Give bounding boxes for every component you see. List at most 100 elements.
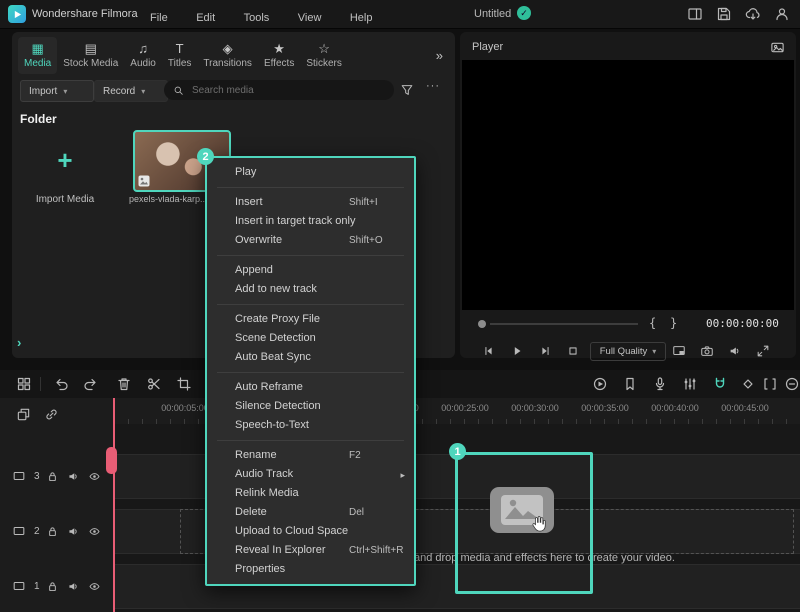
- lock-track-icon[interactable]: [46, 580, 59, 593]
- menu-item-speech-to-text[interactable]: Speech-to-Text: [207, 416, 414, 435]
- menu-item-insert-target-track[interactable]: Insert in target track only: [207, 212, 414, 231]
- menu-tools[interactable]: Tools: [244, 12, 270, 24]
- crop-icon[interactable]: [176, 376, 192, 392]
- zoom-out-icon[interactable]: [784, 376, 800, 392]
- previous-frame-button[interactable]: [482, 344, 496, 358]
- detach-player-icon[interactable]: [672, 344, 686, 358]
- menu-item-rename[interactable]: RenameF2: [207, 446, 414, 465]
- zoom-to-fit-icon[interactable]: [762, 376, 778, 392]
- media-tabs: ▦ Media ▤ Stock Media ♫ Audio T Titles ◈…: [12, 32, 455, 74]
- menu-item-append[interactable]: Append: [207, 261, 414, 280]
- menu-item-relink-media[interactable]: Relink Media: [207, 484, 414, 503]
- more-options-icon[interactable]: ···: [426, 80, 440, 92]
- play-button[interactable]: [510, 344, 524, 358]
- menu-item-scene-detection[interactable]: Scene Detection: [207, 329, 414, 348]
- stickers-tab-icon: ☆: [318, 42, 330, 55]
- fullscreen-icon[interactable]: [756, 344, 770, 358]
- menu-item-properties[interactable]: Properties: [207, 560, 414, 579]
- filter-icon[interactable]: [400, 83, 414, 97]
- app-logo-icon: [8, 5, 26, 23]
- manage-tracks-icon[interactable]: [16, 407, 31, 422]
- menu-item-silence-detection[interactable]: Silence Detection: [207, 397, 414, 416]
- menu-item-reveal-in-explorer[interactable]: Reveal In ExplorerCtrl+Shift+R: [207, 541, 414, 560]
- project-saved-check-icon: ✓: [517, 6, 531, 20]
- record-dropdown[interactable]: Record ▾: [94, 80, 168, 102]
- playhead-line[interactable]: [113, 398, 115, 612]
- menu-item-auto-reframe[interactable]: Auto Reframe: [207, 378, 414, 397]
- next-frame-button[interactable]: [538, 344, 552, 358]
- mixer-icon[interactable]: [682, 376, 698, 392]
- tab-audio[interactable]: ♫ Audio: [124, 37, 162, 74]
- tab-titles[interactable]: T Titles: [162, 37, 198, 74]
- playhead-scrubber-handle[interactable]: [478, 320, 486, 328]
- menu-file[interactable]: File: [150, 12, 168, 24]
- player-title: Player: [472, 41, 503, 53]
- callout-box-dropzone: [455, 452, 593, 594]
- voiceover-mic-icon[interactable]: [652, 376, 668, 392]
- menu-item-audio-track[interactable]: Audio Track▸: [207, 465, 414, 484]
- cloud-download-icon[interactable]: [745, 6, 761, 22]
- keyframe-icon[interactable]: [740, 376, 756, 392]
- tab-media[interactable]: ▦ Media: [18, 37, 57, 74]
- link-clips-icon[interactable]: [44, 407, 59, 422]
- lock-track-icon[interactable]: [46, 470, 59, 483]
- preview-viewport[interactable]: [462, 60, 794, 310]
- mark-out-icon[interactable]: }: [670, 316, 677, 330]
- split-scissors-icon[interactable]: [146, 376, 162, 392]
- lock-track-icon[interactable]: [46, 525, 59, 538]
- track-header-column: 3 2 1: [0, 398, 115, 612]
- panel-layout-icon[interactable]: [687, 6, 703, 22]
- menu-item-create-proxy-file[interactable]: Create Proxy File: [207, 310, 414, 329]
- menu-item-add-to-new-track[interactable]: Add to new track: [207, 280, 414, 299]
- mute-track-icon[interactable]: [67, 470, 80, 483]
- menu-item-insert[interactable]: InsertShift+I: [207, 193, 414, 212]
- stock-media-tab-icon: ▤: [85, 42, 97, 55]
- hide-track-icon[interactable]: [88, 470, 101, 483]
- menu-help[interactable]: Help: [350, 12, 373, 24]
- video-track-icon: [12, 524, 26, 538]
- mark-in-icon[interactable]: {: [649, 316, 656, 330]
- mute-track-icon[interactable]: [67, 580, 80, 593]
- submenu-arrow-icon: ▸: [400, 466, 405, 485]
- player-panel: Player { } 00:00:00:00 Full Quality ▾: [460, 32, 796, 358]
- import-media-tile[interactable]: +: [26, 134, 104, 186]
- media-browser-toggle-icon[interactable]: [16, 376, 32, 392]
- panel-collapse-icon[interactable]: ›: [17, 335, 21, 350]
- marker-icon[interactable]: [622, 376, 638, 392]
- import-dropdown[interactable]: Import ▾: [20, 80, 94, 102]
- menu-edit[interactable]: Edit: [196, 12, 215, 24]
- more-tabs-icon[interactable]: »: [436, 48, 443, 63]
- tab-effects[interactable]: ★ Effects: [258, 37, 300, 74]
- search-box[interactable]: [164, 80, 394, 100]
- tab-transitions[interactable]: ◈ Transitions: [197, 37, 258, 74]
- render-preview-icon[interactable]: [592, 376, 608, 392]
- menu-item-upload-to-cloud[interactable]: Upload to Cloud Space: [207, 522, 414, 541]
- save-icon[interactable]: [716, 6, 732, 22]
- playhead-handle[interactable]: [106, 447, 117, 474]
- auto-ripple-magnet-icon[interactable]: [712, 376, 728, 392]
- redo-icon[interactable]: [82, 376, 98, 392]
- tab-stock-media[interactable]: ▤ Stock Media: [57, 37, 124, 74]
- menu-separator: [217, 372, 404, 373]
- preview-mode-icon[interactable]: [770, 40, 785, 55]
- menu-view[interactable]: View: [298, 12, 322, 24]
- mute-track-icon[interactable]: [67, 525, 80, 538]
- search-input[interactable]: [190, 84, 364, 97]
- quality-selector[interactable]: Full Quality ▾: [590, 342, 666, 361]
- menu-item-play[interactable]: Play: [207, 163, 414, 182]
- hide-track-icon[interactable]: [88, 525, 101, 538]
- menu-item-auto-beat-sync[interactable]: Auto Beat Sync: [207, 348, 414, 367]
- stop-button[interactable]: [566, 344, 580, 358]
- menu-separator: [217, 187, 404, 188]
- volume-icon[interactable]: [728, 344, 742, 358]
- player-seek-bar[interactable]: [490, 323, 638, 325]
- tab-stickers[interactable]: ☆ Stickers: [300, 37, 348, 74]
- user-account-icon[interactable]: [774, 6, 790, 22]
- delete-icon[interactable]: [116, 376, 132, 392]
- snapshot-camera-icon[interactable]: [700, 344, 714, 358]
- menu-item-overwrite[interactable]: OverwriteShift+O: [207, 231, 414, 250]
- undo-icon[interactable]: [54, 376, 70, 392]
- video-track-icon: [12, 469, 26, 483]
- hide-track-icon[interactable]: [88, 580, 101, 593]
- menu-item-delete[interactable]: DeleteDel: [207, 503, 414, 522]
